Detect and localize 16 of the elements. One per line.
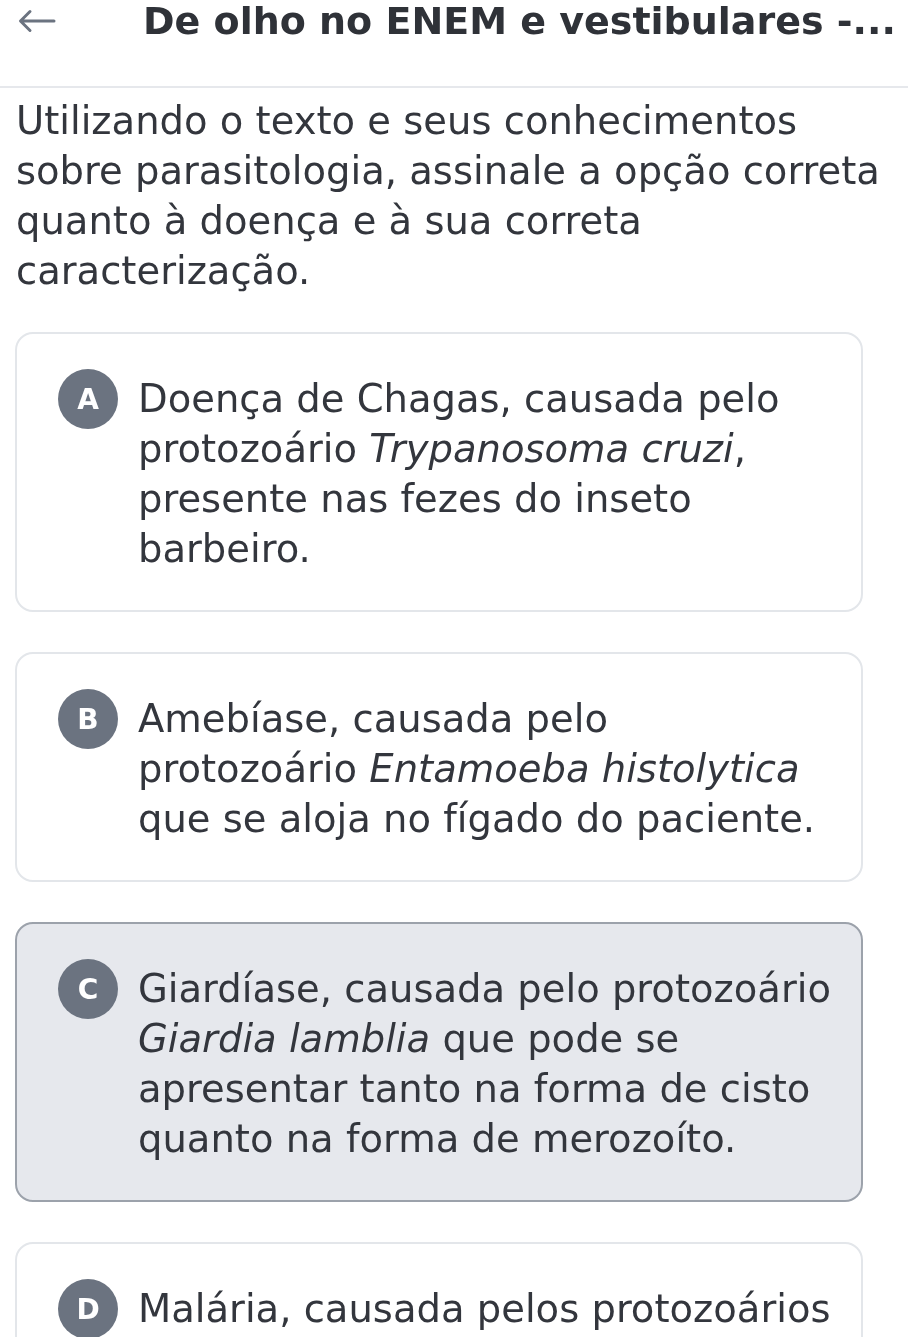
back-arrow-icon <box>18 9 56 33</box>
answer-option[interactable]: D Malária, causada pelos protozoários <box>15 1242 863 1337</box>
option-text: Amebíase, causada pelo protozoário Entamoeba histolytica que se aloja no fígado do paciente. <box>138 695 817 843</box>
option-letter: A <box>58 369 118 429</box>
question-text: Utilizando o texto e seus conhecimentos sobre parasitologia, assinale a opção correta quanto à doença e à sua correta caracterização. <box>16 97 881 295</box>
answer-option[interactable]: A Doença de Chagas, causada pelo protozoário Trypanosoma cruzi, presente nas fezes do inseto barbeiro. <box>15 332 863 612</box>
back-button[interactable] <box>16 8 58 34</box>
option-text: Giardíase, causada pelo protozoário Giardia lamblia que pode se apresentar tanto na forma de cisto quanto na forma de merozoíto. <box>138 965 832 1163</box>
option-text: Malária, causada pelos protozoários <box>138 1285 832 1333</box>
option-letter: D <box>58 1279 118 1337</box>
option-letter: B <box>58 689 118 749</box>
answer-option[interactable]: B Amebíase, causada pelo protozoário Entamoeba histolytica que se aloja no fígado do paciente. <box>15 652 863 882</box>
page-title: De olho no ENEM e vestibulares -... <box>143 0 896 42</box>
option-text: Doença de Chagas, causada pelo protozoário Trypanosoma cruzi, presente nas fezes do inseto barbeiro. <box>138 375 781 573</box>
answer-option[interactable]: C Giardíase, causada pelo protozoário Giardia lamblia que pode se apresentar tanto na forma de cisto quanto na forma de merozoíto. <box>15 922 863 1202</box>
option-letter: C <box>58 959 118 1019</box>
